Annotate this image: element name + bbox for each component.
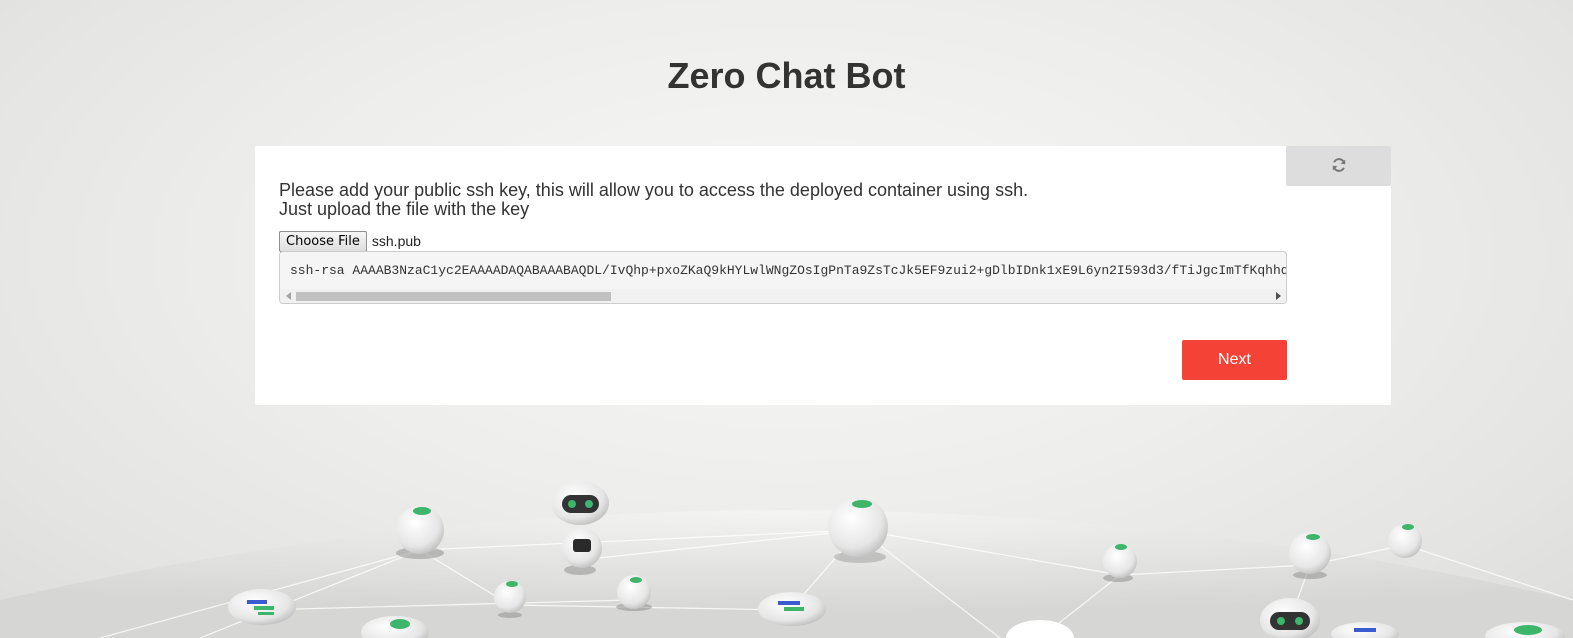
horizontal-scrollbar[interactable]	[280, 289, 1286, 303]
next-button[interactable]: Next	[1182, 340, 1287, 380]
scrollbar-thumb[interactable]	[296, 292, 611, 301]
refresh-button[interactable]	[1286, 146, 1391, 186]
scroll-left-icon[interactable]	[286, 292, 291, 300]
ssh-key-value: ssh-rsa AAAAB3NzaC1yc2EAAAADAQABAAABAQDL…	[290, 263, 1286, 278]
refresh-icon	[1331, 157, 1347, 176]
selected-file-name: ssh.pub	[371, 233, 421, 249]
ssh-key-textarea[interactable]: ssh-rsa AAAAB3NzaC1yc2EAAAADAQABAAABAQDL…	[279, 251, 1287, 304]
instruction-line-2: Just upload the file with the key	[279, 199, 530, 219]
scroll-right-icon[interactable]	[1276, 292, 1281, 300]
file-input: Choose File ssh.pub	[279, 230, 421, 252]
ssh-key-card: Please add your public ssh key, this wil…	[255, 146, 1391, 405]
instruction-text: Please add your public ssh key, this wil…	[279, 181, 1269, 219]
instruction-line-1: Please add your public ssh key, this wil…	[279, 180, 1029, 200]
choose-file-button[interactable]: Choose File	[279, 230, 367, 252]
page-title: Zero Chat Bot	[667, 55, 906, 96]
